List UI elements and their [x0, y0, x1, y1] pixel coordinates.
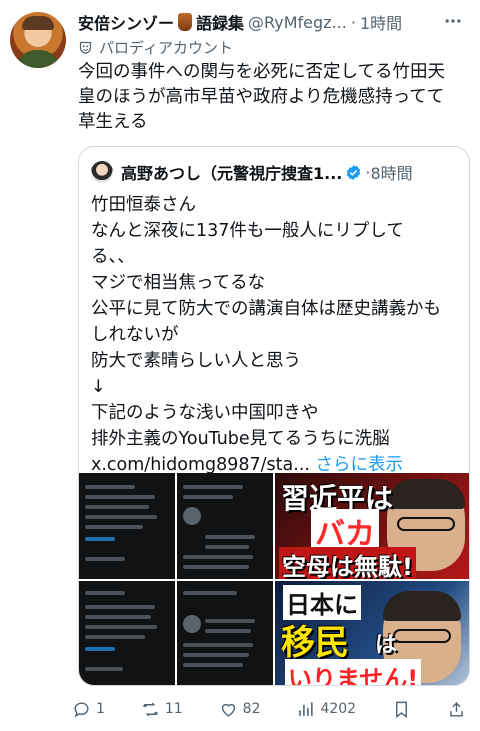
quoted-body: 竹田恒泰さん なんと深夜に137件も一般人にリプして る、、 マジで相当焦ってる… — [91, 192, 461, 478]
share-button[interactable] — [447, 700, 466, 719]
tweet-line: 皇のほうが高市早苗や政府より危機感持ってて — [78, 87, 445, 107]
quoted-link[interactable]: x.com/hidomg8987/sta... — [91, 455, 310, 475]
quoted-time[interactable]: 8時間 — [370, 160, 412, 184]
share-icon — [450, 701, 463, 717]
quoted-line: しれないが — [91, 325, 179, 345]
quoted-line: 防大で素晴らしい人と思う — [91, 351, 301, 371]
views-chart-icon — [299, 701, 314, 716]
quoted-line: マジで相当焦ってるな — [91, 273, 266, 293]
media-screenshot-2[interactable] — [177, 473, 273, 579]
media-thumbnails: 習近平は バカ 空母は無駄! 日本に 移民 は いりません! — [275, 473, 469, 685]
retweet-button[interactable]: 11 — [141, 700, 183, 719]
quoted-line: 竹田恒泰さん — [91, 195, 196, 215]
avatar-coat — [16, 50, 60, 68]
video-thumbnail-1[interactable]: 習近平は バカ 空母は無駄! — [275, 473, 469, 579]
media-screenshot-4[interactable] — [177, 581, 273, 685]
action-bar: 1 11 82 4202 — [72, 694, 472, 724]
separator-dot: · — [350, 12, 356, 32]
verified-badge-icon — [347, 164, 361, 180]
tweet-line: 今回の事件への関与を必死に否定してる竹田天 — [78, 62, 445, 82]
reply-count: 1 — [96, 701, 105, 717]
retweet-icon — [142, 702, 159, 716]
show-more-link[interactable]: さらに表示 — [316, 455, 404, 475]
thumb1-caption-3: 空母は無駄! — [279, 547, 416, 579]
like-button[interactable]: 82 — [219, 700, 261, 719]
quoted-line: ↓ — [91, 377, 106, 397]
tweet-time[interactable]: 1時間 — [360, 10, 402, 34]
views-button[interactable]: 4202 — [296, 700, 356, 719]
author-name[interactable]: 安倍シンゾー — [78, 10, 174, 34]
thumb2-caption-2: 移民 — [281, 623, 349, 663]
like-count: 82 — [242, 701, 261, 717]
quoted-author-avatar[interactable] — [91, 161, 113, 183]
bookmark-icon — [396, 701, 407, 718]
author-handle[interactable]: @RyMfegz... — [248, 13, 347, 32]
quoted-line: る、、 — [91, 247, 135, 267]
more-icon — [445, 19, 461, 23]
more-options-button[interactable] — [440, 8, 466, 34]
tweet-body: 今回の事件への関与を必死に否定してる竹田天 皇のほうが高市早苗や政府より危機感持… — [78, 60, 470, 135]
quoted-header: 高野あつし（元警視庁捜査1... · 8時間 — [91, 160, 461, 184]
retweet-count: 11 — [164, 701, 183, 717]
author-avatar[interactable] — [10, 12, 66, 68]
parody-label: パロディアカウント — [78, 37, 233, 58]
theater-mask-icon — [79, 41, 92, 54]
heart-icon — [221, 703, 235, 717]
moai-emoji-icon — [178, 13, 193, 31]
tweet-header: 安倍シンゾー 語録集 @RyMfegz... · 1時間 — [78, 10, 438, 34]
media-screenshot-3[interactable] — [79, 581, 175, 685]
video-thumbnail-2[interactable]: 日本に 移民 は いりません! — [275, 581, 469, 685]
tweet-line: 草生える — [78, 112, 148, 132]
parody-label-text: パロディアカウント — [99, 39, 233, 57]
quoted-line: なんと深夜に137件も一般人にリプして — [91, 221, 404, 241]
media-screenshot-1[interactable] — [79, 473, 175, 579]
quoted-line: 公平に見て防大での講演自体は歴史講義かも — [91, 299, 441, 319]
quoted-tweet[interactable]: 高野あつし（元警視庁捜査1... · 8時間 竹田恒泰さん なんと深夜に137件… — [78, 146, 470, 686]
quoted-line: 排外主義のYouTube見てるうちに洗脳 — [91, 429, 390, 449]
quoted-author-name[interactable]: 高野あつし（元警視庁捜査1... — [121, 160, 342, 184]
media-screenshots — [79, 473, 273, 685]
quoted-media: 習近平は バカ 空母は無駄! 日本に 移民 は いりません! — [79, 473, 469, 685]
author-name-suffix[interactable]: 語録集 — [196, 10, 244, 34]
reply-button[interactable]: 1 — [72, 700, 105, 719]
quoted-line: 下記のような浅い中国叩きや — [91, 403, 319, 423]
view-count: 4202 — [320, 701, 357, 717]
avatar-cap — [22, 16, 54, 30]
thumb2-caption-4: いりません! — [285, 659, 422, 685]
bookmark-button[interactable] — [392, 700, 411, 719]
thumb2-caption-3: は — [375, 633, 398, 658]
reply-icon — [74, 701, 89, 717]
